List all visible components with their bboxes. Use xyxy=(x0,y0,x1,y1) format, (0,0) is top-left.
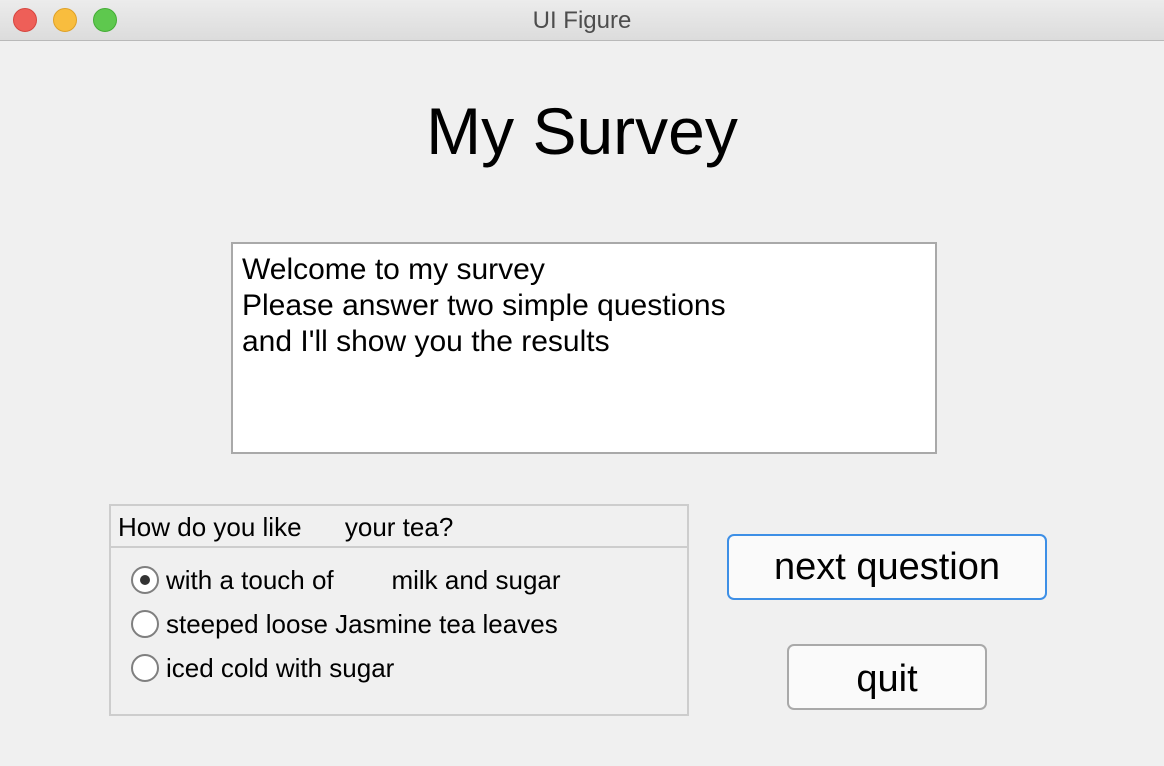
radio-option-label: with a touch of milk and sugar xyxy=(166,564,561,595)
page-title: My Survey xyxy=(426,94,738,168)
radio-button-selected[interactable] xyxy=(131,566,159,594)
radio-option-label: iced cold with sugar xyxy=(166,652,395,683)
question-title: How do you like your tea? xyxy=(111,506,687,548)
window-title: UI Figure xyxy=(532,7,632,34)
intro-line: Please answer two simple questions xyxy=(242,289,726,322)
quit-button[interactable]: quit xyxy=(787,644,987,710)
radio-button[interactable] xyxy=(131,610,159,638)
radio-option-label: steeped loose Jasmine tea leaves xyxy=(166,608,558,639)
radio-option-milk-sugar[interactable]: with a touch of milk and sugar xyxy=(131,565,561,595)
intro-line: Welcome to my survey xyxy=(242,253,545,286)
intro-text-area[interactable]: Welcome to my survey Please answer two s… xyxy=(231,242,937,454)
tea-question-group: How do you like your tea? with a touch o… xyxy=(109,504,689,716)
next-question-button[interactable]: next question xyxy=(727,534,1047,600)
radio-option-jasmine[interactable]: steeped loose Jasmine tea leaves xyxy=(131,609,558,639)
radio-option-iced[interactable]: iced cold with sugar xyxy=(131,653,394,683)
window-titlebar: UI Figure xyxy=(0,0,1164,41)
intro-line: and I'll show you the results xyxy=(242,325,610,358)
radio-button[interactable] xyxy=(131,654,159,682)
